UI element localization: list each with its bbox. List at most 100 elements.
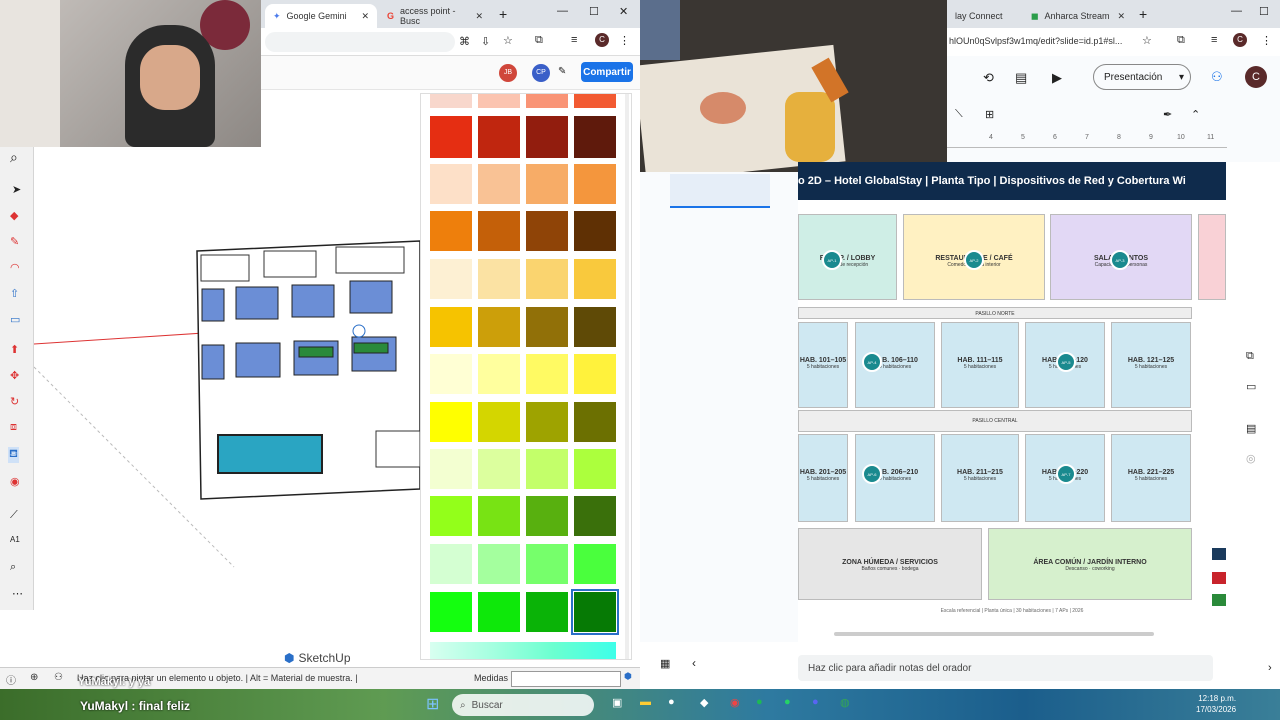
- eraser-tool-icon[interactable]: ◆: [10, 209, 18, 222]
- present-button[interactable]: Presentación ▾: [1093, 64, 1191, 90]
- grid-view-icon[interactable]: ▦: [660, 657, 670, 670]
- taskbar-search[interactable]: ⌕ Buscar: [452, 694, 594, 716]
- text-tool-icon[interactable]: A1: [10, 535, 20, 544]
- color-swatch[interactable]: [574, 164, 616, 204]
- color-swatch[interactable]: [430, 94, 472, 108]
- line-tool-icon[interactable]: ⟍: [955, 108, 963, 121]
- color-swatch[interactable]: [526, 544, 568, 584]
- speaker-notes[interactable]: Haz clic para añadir notas del orador: [798, 655, 1213, 681]
- access-point-marker[interactable]: AP-2: [964, 250, 984, 270]
- model-view[interactable]: [34, 147, 420, 667]
- color-swatch[interactable]: [574, 307, 616, 347]
- close-window-icon[interactable]: ✕: [619, 5, 628, 18]
- room-lobby[interactable]: RECEP. / LOBBY Zona de recepción: [798, 214, 897, 300]
- tab-access-point[interactable]: G access point - Busc ✕: [379, 4, 491, 28]
- minimize-icon[interactable]: —: [557, 5, 568, 17]
- access-point-marker[interactable]: AP-6: [862, 464, 882, 484]
- translate-icon[interactable]: ⌘: [459, 35, 470, 48]
- profile-avatar[interactable]: C: [1233, 33, 1247, 47]
- access-point-marker[interactable]: AP-3: [1110, 250, 1130, 270]
- search-icon[interactable]: ⌕: [10, 149, 18, 166]
- room-guest[interactable]: HAB. 201–205 5 habitaciones: [798, 434, 848, 522]
- tab-anharca[interactable]: ◼ Anharca Stream ✕: [1023, 4, 1133, 28]
- color-swatch[interactable]: [574, 449, 616, 489]
- color-swatch[interactable]: [574, 544, 616, 584]
- address-input[interactable]: [265, 32, 455, 52]
- tasks-icon[interactable]: ▤: [1246, 422, 1256, 435]
- color-swatch[interactable]: [478, 259, 520, 299]
- sketchup-canvas[interactable]: ⬢ SketchUp: [34, 147, 420, 667]
- measures-input[interactable]: [511, 671, 621, 687]
- room-guest[interactable]: HAB. 111–115 5 habitaciones: [941, 322, 1019, 408]
- color-swatch[interactable]: [478, 211, 520, 251]
- color-swatch[interactable]: [574, 116, 616, 158]
- menu-icon[interactable]: ⋮: [1261, 34, 1272, 47]
- account-avatar[interactable]: C: [1245, 66, 1267, 88]
- color-swatch[interactable]: [478, 164, 520, 204]
- room-box[interactable]: [200, 254, 250, 282]
- install-icon[interactable]: ⇩: [481, 35, 490, 48]
- paint-bucket-icon[interactable]: ⛾: [8, 447, 19, 463]
- room-box[interactable]: [375, 430, 420, 468]
- color-swatch-row[interactable]: [430, 642, 616, 659]
- playlist-icon[interactable]: ≡: [1211, 34, 1217, 46]
- color-swatch[interactable]: [478, 402, 520, 442]
- color-swatch[interactable]: [430, 544, 472, 584]
- chevron-down-icon[interactable]: ▾: [1179, 72, 1184, 83]
- select-tool-icon[interactable]: ➤: [12, 183, 21, 196]
- pen-tool-icon[interactable]: ✒: [1163, 108, 1172, 121]
- access-point-marker[interactable]: AP-4: [862, 352, 882, 372]
- slide-thumbnail[interactable]: [670, 174, 770, 208]
- star-icon[interactable]: ☆: [1142, 34, 1152, 47]
- clock[interactable]: 12:18 p.m. 17/03/2026: [1196, 693, 1236, 715]
- color-swatch[interactable]: [526, 449, 568, 489]
- share-button[interactable]: Compartir: [581, 62, 633, 82]
- geo-icon[interactable]: ⊕: [30, 672, 38, 683]
- pool[interactable]: [217, 434, 323, 474]
- chrome-icon[interactable]: ◍: [840, 696, 850, 709]
- add-comment-icon[interactable]: ⊞: [985, 108, 994, 121]
- rotate-tool-icon[interactable]: ↻: [10, 395, 19, 408]
- color-swatch[interactable]: [430, 592, 472, 632]
- discord-icon[interactable]: ●: [812, 696, 819, 708]
- task-view-icon[interactable]: ▣: [612, 696, 622, 709]
- color-swatch[interactable]: [526, 592, 568, 632]
- more-tools-icon[interactable]: ⋯: [12, 587, 23, 600]
- spotify-icon[interactable]: ●: [756, 696, 763, 708]
- sketchup-small-icon[interactable]: ⬢: [624, 671, 632, 682]
- tab-gemini[interactable]: ✦ Google Gemini ✕: [265, 4, 377, 28]
- expand-icon[interactable]: ›: [1268, 662, 1272, 674]
- obs-icon[interactable]: ●: [668, 696, 675, 708]
- color-swatch[interactable]: [478, 449, 520, 489]
- color-swatch[interactable]: [526, 211, 568, 251]
- color-swatch[interactable]: [526, 307, 568, 347]
- room-guest[interactable]: HAB. 211–215 5 habitaciones: [941, 434, 1019, 522]
- color-swatch[interactable]: [478, 307, 520, 347]
- color-swatch[interactable]: [526, 496, 568, 536]
- help-icon[interactable]: ⓘ: [6, 672, 16, 687]
- close-icon[interactable]: ✕: [475, 11, 483, 22]
- color-swatch[interactable]: [478, 354, 520, 394]
- collaborator-avatar[interactable]: JB: [499, 64, 517, 82]
- color-swatch[interactable]: [430, 116, 472, 158]
- app-icon[interactable]: ◉: [730, 696, 740, 709]
- collaborator-avatar[interactable]: CP: [532, 64, 550, 82]
- color-swatch[interactable]: [478, 94, 520, 108]
- zoom-tool-icon[interactable]: ⌕: [10, 561, 16, 574]
- color-swatch[interactable]: [526, 164, 568, 204]
- new-tab-icon[interactable]: +: [1139, 6, 1147, 22]
- slide-canvas[interactable]: o 2D – Hotel GlobalStay | Planta Tipo | …: [798, 162, 1226, 624]
- room-guest[interactable]: HAB. 101–105 5 habitaciones: [798, 322, 848, 408]
- color-swatch[interactable]: [526, 259, 568, 299]
- color-swatch[interactable]: [430, 307, 472, 347]
- comments-icon[interactable]: ▤: [1015, 70, 1027, 86]
- color-swatch[interactable]: [430, 354, 472, 394]
- keep-icon[interactable]: ⧉: [1246, 350, 1254, 363]
- color-swatch[interactable]: [430, 496, 472, 536]
- color-swatch[interactable]: [478, 544, 520, 584]
- room-box[interactable]: [263, 250, 317, 278]
- app-icon[interactable]: ◆: [700, 696, 708, 709]
- maximize-icon[interactable]: ☐: [589, 5, 599, 18]
- url-input[interactable]: hlOUn0qSvlpsf3w1mq/edit?slide=id.p1#sl..…: [949, 36, 1122, 46]
- color-swatch[interactable]: [574, 496, 616, 536]
